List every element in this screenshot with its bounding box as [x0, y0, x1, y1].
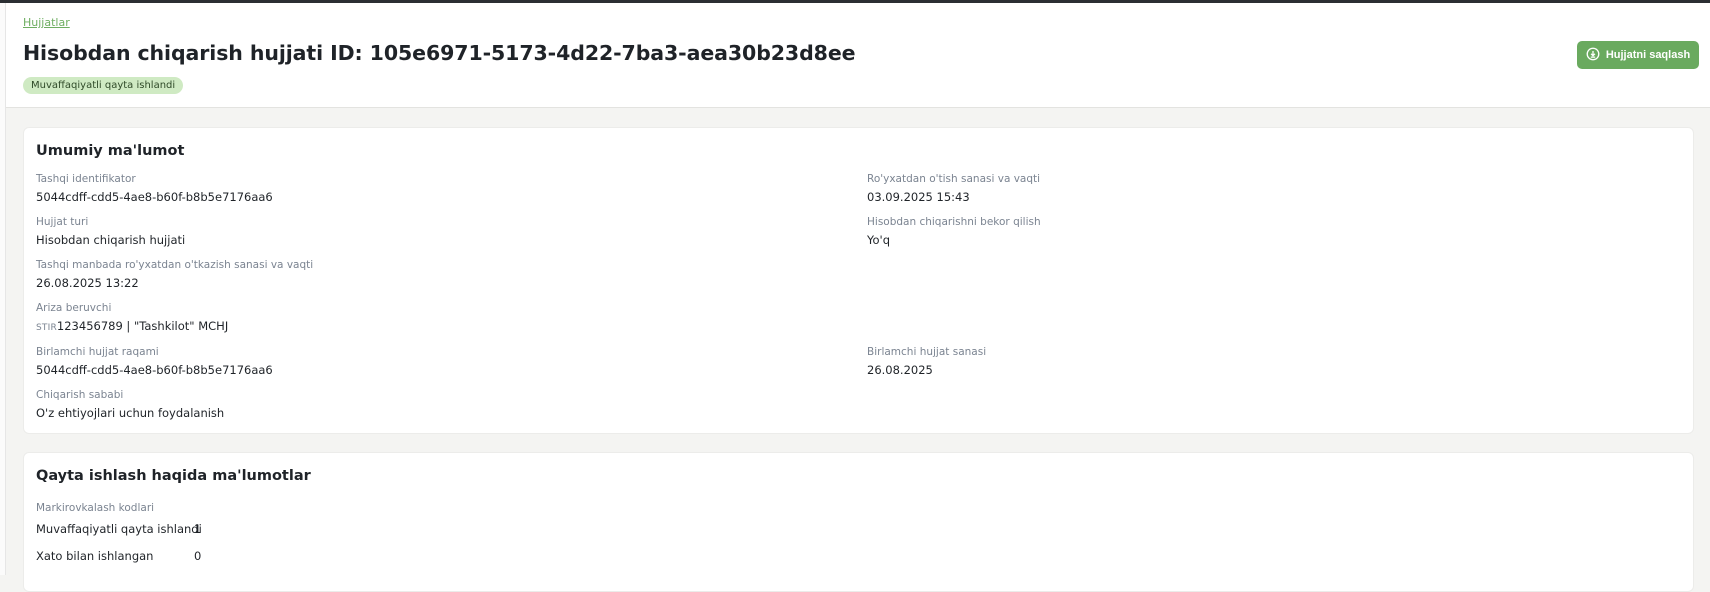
external-id-label: Tashqi identifikator [36, 173, 136, 185]
primary-doc-date-label: Birlamchi hujjat sanasi [867, 346, 987, 358]
general-info-card: Umumiy ma'lumot Tashqi identifikator 504… [23, 127, 1694, 434]
primary-doc-number-label: Birlamchi hujjat raqami [36, 346, 159, 358]
registration-datetime-label: Ro'yxatdan o'tish sanasi va vaqti [867, 173, 1041, 185]
applicant-field: Ariza beruvchi STIR123456789 | "Tashkilo… [36, 302, 228, 333]
external-registration-value: 26.08.2025 13:22 [36, 276, 139, 290]
reason-field: Chiqarish sababi O'z ehtiyojlari uchun f… [36, 389, 224, 420]
download-icon [1586, 47, 1600, 64]
cancel-writeoff-field: Hisobdan chiqarishni bekor qilish Yo'q [867, 216, 1041, 247]
save-document-button[interactable]: Hujjatni saqlash [1577, 41, 1699, 69]
applicant-label: Ariza beruvchi [36, 302, 112, 314]
marking-codes-label: Markirovkalash kodlari [36, 502, 155, 514]
primary-doc-number-field: Birlamchi hujjat raqami 5044cdff-cdd5-4a… [36, 346, 273, 377]
cancel-writeoff-value: Yo'q [867, 233, 890, 247]
applicant-value: STIR123456789 | "Tashkilot" MCHJ [36, 319, 228, 333]
success-count-label: Muvaffaqiyatli qayta ishlandi [36, 522, 202, 536]
reason-label: Chiqarish sababi [36, 389, 124, 401]
error-count-value: 0 [194, 549, 202, 563]
external-id-value: 5044cdff-cdd5-4ae8-b60f-b8b5e7176aa6 [36, 190, 273, 204]
registration-datetime-field: Ro'yxatdan o'tish sanasi va vaqti 03.09.… [867, 173, 1040, 204]
external-id-field: Tashqi identifikator 5044cdff-cdd5-4ae8-… [36, 173, 273, 204]
save-button-label: Hujjatni saqlash [1605, 49, 1691, 61]
primary-doc-date-value: 26.08.2025 [867, 363, 933, 377]
registration-datetime-value: 03.09.2025 15:43 [867, 190, 970, 204]
error-count-label: Xato bilan ishlangan [36, 549, 154, 563]
primary-doc-number-value: 5044cdff-cdd5-4ae8-b60f-b8b5e7176aa6 [36, 363, 273, 377]
document-type-label: Hujjat turi [36, 216, 89, 228]
status-badge: Muvaffaqiyatli qayta ishlandi [23, 77, 184, 94]
applicant-tin-prefix: STIR [36, 323, 57, 333]
general-info-title: Umumiy ma'lumot [36, 143, 185, 159]
document-type-field: Hujjat turi Hisobdan chiqarish hujjati [36, 216, 185, 247]
processing-info-title: Qayta ishlash haqida ma'lumotlar [36, 468, 311, 484]
processing-info-card: Qayta ishlash haqida ma'lumotlar Markiro… [23, 452, 1694, 592]
success-count-value: 1 [194, 522, 202, 536]
error-count-row: Xato bilan ishlangan 0 [36, 549, 201, 563]
success-count-row: Muvaffaqiyatli qayta ishlandi 1 [36, 522, 202, 536]
document-type-value: Hisobdan chiqarish hujjati [36, 233, 186, 247]
primary-doc-date-field: Birlamchi hujjat sanasi 26.08.2025 [867, 346, 986, 377]
external-registration-label: Tashqi manbada ro'yxatdan o'tkazish sana… [36, 259, 314, 271]
reason-value: O'z ehtiyojlari uchun foydalanish [36, 406, 225, 420]
external-registration-field: Tashqi manbada ro'yxatdan o'tkazish sana… [36, 259, 313, 290]
cancel-writeoff-label: Hisobdan chiqarishni bekor qilish [867, 216, 1041, 228]
page-header: Hujjatlar Hisobdan chiqarish hujjati ID:… [6, 3, 1710, 108]
page-title: Hisobdan chiqarish hujjati ID: 105e6971-… [23, 41, 856, 65]
breadcrumb-documents[interactable]: Hujjatlar [23, 16, 70, 29]
applicant-text: 123456789 | "Tashkilot" MCHJ [56, 319, 229, 333]
